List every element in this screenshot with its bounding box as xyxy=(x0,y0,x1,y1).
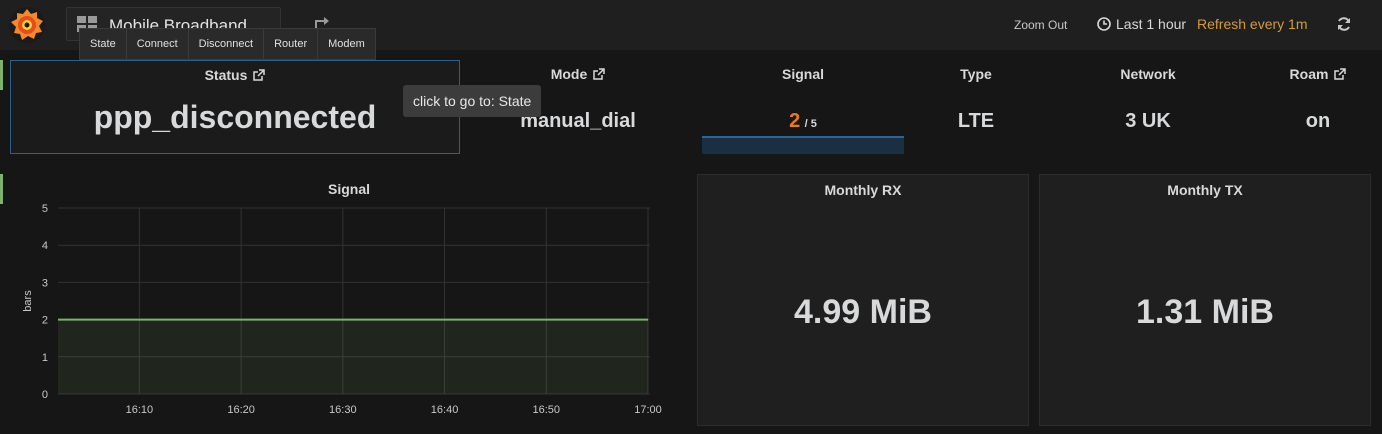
roam-title: Roam xyxy=(1254,66,1382,82)
row-marker xyxy=(0,60,3,90)
x-tick-label: 16:30 xyxy=(329,404,357,416)
link-router[interactable]: Router xyxy=(264,29,319,59)
mode-title-label: Mode xyxy=(550,66,588,82)
signal-value-suffix: / 5 xyxy=(804,118,817,130)
x-tick-label: 16:50 xyxy=(533,404,561,416)
status-value: ppp_disconnected xyxy=(93,99,377,135)
y-axis-label: bars xyxy=(22,290,34,312)
status-panel[interactable]: Status ppp_disconnected xyxy=(10,60,460,154)
signal-gauge-bar xyxy=(702,136,904,154)
time-range-label: Last 1 hour xyxy=(1116,16,1187,32)
y-tick-label: 5 xyxy=(42,203,48,215)
dashboard-links-menu: State Connect Disconnect Router Modem xyxy=(79,28,376,60)
network-value: 3 UK xyxy=(1125,110,1171,132)
status-title-label: Status xyxy=(204,67,248,83)
roam-value: on xyxy=(1305,110,1331,132)
grafana-logo-icon[interactable] xyxy=(7,5,47,45)
external-link-icon[interactable] xyxy=(1334,68,1347,80)
refresh-interval[interactable]: Refresh every 1m xyxy=(1197,16,1307,32)
link-tooltip: click to go to: State xyxy=(403,85,542,117)
type-title: Type xyxy=(960,66,992,82)
external-link-icon[interactable] xyxy=(593,68,606,80)
signal-chart: 0 1 2 3 4 5 16:10 16:20 16:30 16:40 16:50 17:00 bars xyxy=(22,203,662,416)
x-tick-label: 16:10 xyxy=(126,404,154,416)
network-panel: Network 3 UK xyxy=(1060,60,1236,154)
monthly-tx-panel: Monthly TX 1.31 MiB xyxy=(1039,174,1371,426)
zoom-out-button[interactable]: Zoom Out xyxy=(1014,18,1067,32)
y-tick-label: 2 xyxy=(42,315,48,327)
link-connect[interactable]: Connect xyxy=(127,29,189,59)
monthly-tx-title: Monthly TX xyxy=(1167,182,1243,198)
y-tick-label: 0 xyxy=(42,389,48,401)
link-disconnect[interactable]: Disconnect xyxy=(189,29,265,59)
y-tick-label: 4 xyxy=(42,240,48,252)
external-link-icon[interactable] xyxy=(253,69,266,81)
refresh-icon[interactable] xyxy=(1336,16,1352,32)
clock-icon xyxy=(1097,17,1111,31)
link-modem[interactable]: Modem xyxy=(318,29,375,59)
y-tick-label: 1 xyxy=(42,352,48,364)
type-value: LTE xyxy=(957,110,995,132)
mode-title: Mode xyxy=(470,66,686,82)
x-tick-label: 16:20 xyxy=(227,404,255,416)
x-tick-label: 16:40 xyxy=(431,404,459,416)
status-title: Status xyxy=(11,67,459,83)
link-state[interactable]: State xyxy=(80,29,127,59)
signal-graph-panel[interactable]: Signal 0 1 2 3 4 5 16:10 16:20 16:30 16:40 16:50 17… xyxy=(10,174,688,430)
signal-title: Signal xyxy=(781,66,824,82)
monthly-rx-panel: Monthly RX 4.99 MiB xyxy=(697,174,1029,426)
signal-value: 2 / 5 xyxy=(702,110,904,133)
monthly-rx-value: 4.99 MiB xyxy=(794,293,932,331)
signal-value-number: 2 xyxy=(789,110,801,132)
monthly-tx-value: 1.31 MiB xyxy=(1136,293,1274,331)
y-tick-label: 3 xyxy=(42,277,48,289)
type-panel: Type LTE xyxy=(912,60,1040,154)
time-range-picker[interactable]: Last 1 hour xyxy=(1097,16,1186,32)
roam-panel: Roam on xyxy=(1254,60,1382,154)
row-marker xyxy=(0,174,3,204)
network-title: Network xyxy=(1120,66,1176,82)
series-area xyxy=(58,319,648,394)
roam-title-label: Roam xyxy=(1289,66,1329,82)
monthly-rx-title: Monthly RX xyxy=(824,182,902,198)
x-tick-label: 17:00 xyxy=(634,404,662,416)
